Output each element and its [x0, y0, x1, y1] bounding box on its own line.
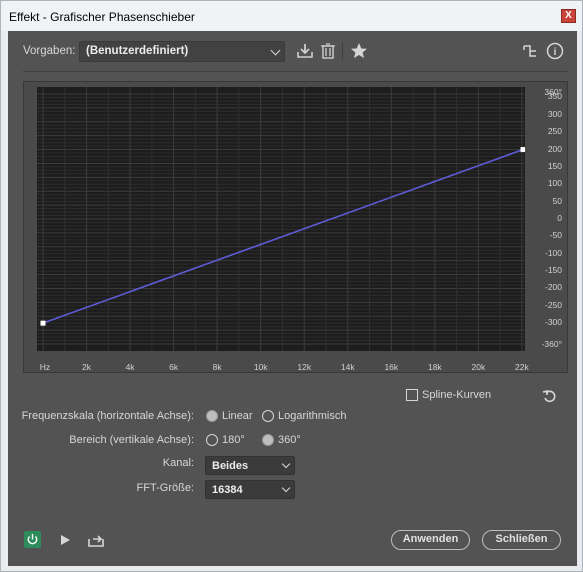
- curve-control-point[interactable]: [40, 320, 46, 326]
- fft-label: FFT-Größe:: [136, 482, 194, 494]
- y-tick-label: 150: [547, 160, 562, 171]
- y-tick-label: -50: [549, 230, 562, 241]
- y-tick-label: -250: [544, 299, 562, 310]
- x-tick-label: Hz: [39, 362, 51, 372]
- x-tick-label: 2k: [82, 362, 92, 372]
- range-label: Bereich (vertikale Achse):: [69, 434, 194, 446]
- y-tick-label: 350: [547, 91, 562, 102]
- graph-plot-area[interactable]: [37, 87, 526, 351]
- phase-curve-svg[interactable]: [37, 87, 526, 351]
- y-tick-label: -200: [544, 282, 562, 293]
- x-tick-label: 14k: [340, 362, 355, 372]
- range-180-label: 180°: [222, 434, 245, 446]
- info-icon[interactable]: i: [545, 41, 565, 61]
- x-tick-label: 4k: [125, 362, 135, 372]
- range-360-label: 360°: [278, 434, 301, 446]
- effect-panel: Vorgaben: (Benutzerdefiniert) i 360° 350…: [8, 31, 577, 566]
- title-bar: Effekt - Grafischer Phasenschieber X: [1, 1, 582, 31]
- reset-icon[interactable]: [542, 388, 558, 404]
- download-icon[interactable]: [295, 41, 315, 61]
- window-title: Effekt - Grafischer Phasenschieber: [9, 10, 195, 24]
- x-tick-label: 8k: [212, 362, 222, 372]
- y-tick-label: 200: [547, 143, 562, 154]
- y-tick-label: 50: [552, 195, 562, 206]
- close-button[interactable]: Schließen: [482, 530, 561, 550]
- x-tick-label: 20k: [471, 362, 486, 372]
- star-icon[interactable]: [349, 41, 369, 61]
- freq-log-label: Logarithmisch: [278, 410, 347, 422]
- info-glyph: i: [554, 47, 557, 58]
- range-360-radio[interactable]: [262, 434, 274, 446]
- presets-value: (Benutzerdefiniert): [86, 45, 189, 57]
- fft-size-value: 16384: [212, 484, 243, 496]
- export-icon[interactable]: [87, 531, 105, 549]
- channel-value: Beides: [212, 460, 249, 472]
- fft-size-dropdown[interactable]: 16384: [205, 480, 295, 499]
- play-icon[interactable]: [56, 531, 74, 549]
- y-tick-label: -360°: [541, 339, 562, 349]
- spline-label: Spline-Kurven: [422, 389, 492, 401]
- y-tick-label: 300: [547, 108, 562, 119]
- range-180-radio[interactable]: [206, 434, 218, 446]
- freq-scale-label: Frequenzskala (horizontale Achse):: [21, 410, 194, 422]
- toolbar-divider: [342, 42, 343, 60]
- power-button[interactable]: [24, 531, 41, 548]
- chevron-down-icon: [281, 483, 291, 493]
- routing-icon[interactable]: [520, 41, 540, 61]
- effect-window: Effekt - Grafischer Phasenschieber X Vor…: [0, 0, 583, 572]
- x-tick-label: 6k: [169, 362, 179, 372]
- y-tick-label: -150: [544, 265, 562, 276]
- spline-checkbox[interactable]: [406, 389, 418, 401]
- y-tick-label: -300: [544, 317, 562, 328]
- x-tick-label: 22k: [515, 362, 529, 372]
- channel-dropdown[interactable]: Beides: [205, 456, 295, 475]
- chevron-down-icon: [270, 45, 281, 56]
- y-tick-label: 100: [547, 178, 562, 189]
- freq-linear-radio[interactable]: [206, 410, 218, 422]
- phase-graph: 360° 350 300 250 200 150 100 50 0 -50 -100 -150 -200…: [23, 81, 568, 373]
- y-tick-label: 0: [557, 213, 562, 223]
- freq-linear-label: Linear: [222, 410, 253, 422]
- chevron-down-icon: [281, 459, 291, 469]
- trash-icon[interactable]: [318, 41, 338, 61]
- y-tick-label: 250: [547, 126, 562, 137]
- x-tick-label: 12k: [297, 362, 312, 372]
- curve-control-point[interactable]: [520, 147, 526, 153]
- power-icon: [27, 534, 38, 545]
- channel-label: Kanal:: [162, 457, 194, 469]
- presets-label: Vorgaben:: [23, 45, 76, 57]
- freq-log-radio[interactable]: [262, 410, 274, 422]
- x-tick-label: 10k: [253, 362, 268, 372]
- y-tick-label: -100: [544, 247, 562, 258]
- x-tick-label: 16k: [384, 362, 399, 372]
- presets-dropdown[interactable]: (Benutzerdefiniert): [79, 41, 285, 62]
- toolbar-separator: [23, 71, 568, 72]
- close-window-button[interactable]: X: [561, 9, 576, 23]
- apply-button[interactable]: Anwenden: [391, 530, 470, 550]
- x-tick-label: 18k: [427, 362, 442, 372]
